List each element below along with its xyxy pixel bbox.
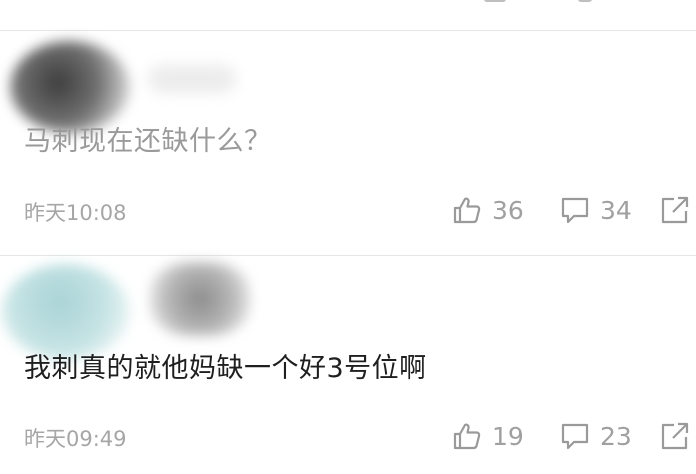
comment-text: 马刺现在还缺什么？ <box>24 126 272 157</box>
like-button[interactable]: 36 <box>452 193 524 227</box>
thumbs-up-icon <box>452 195 482 225</box>
username[interactable] <box>148 65 236 93</box>
comment-text: 我刺真的就他妈缺一个好3号位啊 <box>24 353 427 384</box>
comment-item: 我刺真的就他妈缺一个好3号位啊 昨天09:49 19 23 <box>0 256 696 474</box>
avatar[interactable] <box>10 41 130 133</box>
share-icon <box>660 195 690 225</box>
reply-count: 23 <box>600 421 632 451</box>
username[interactable] <box>150 262 250 336</box>
like-count: 19 <box>492 421 524 451</box>
comment-icon <box>560 195 590 225</box>
previous-comment-remnant <box>0 0 696 30</box>
like-count: 36 <box>492 195 524 225</box>
reply-count: 34 <box>600 195 632 225</box>
comment-meta: 昨天10:08 36 34 <box>0 193 696 227</box>
share-button[interactable] <box>660 419 690 453</box>
avatar[interactable] <box>2 264 130 360</box>
timestamp: 昨天10:08 <box>24 201 127 225</box>
share-icon <box>660 421 690 451</box>
reply-button[interactable]: 23 <box>560 419 632 453</box>
remnant-mark <box>578 0 592 2</box>
thumbs-up-icon <box>452 421 482 451</box>
remnant-mark <box>484 0 506 2</box>
comment-item: 马刺现在还缺什么？ 昨天10:08 36 34 <box>0 31 696 255</box>
like-button[interactable]: 19 <box>452 419 524 453</box>
share-button[interactable] <box>660 193 690 227</box>
reply-button[interactable]: 34 <box>560 193 632 227</box>
comment-meta: 昨天09:49 19 23 <box>0 419 696 453</box>
comment-icon <box>560 421 590 451</box>
timestamp: 昨天09:49 <box>24 427 127 451</box>
